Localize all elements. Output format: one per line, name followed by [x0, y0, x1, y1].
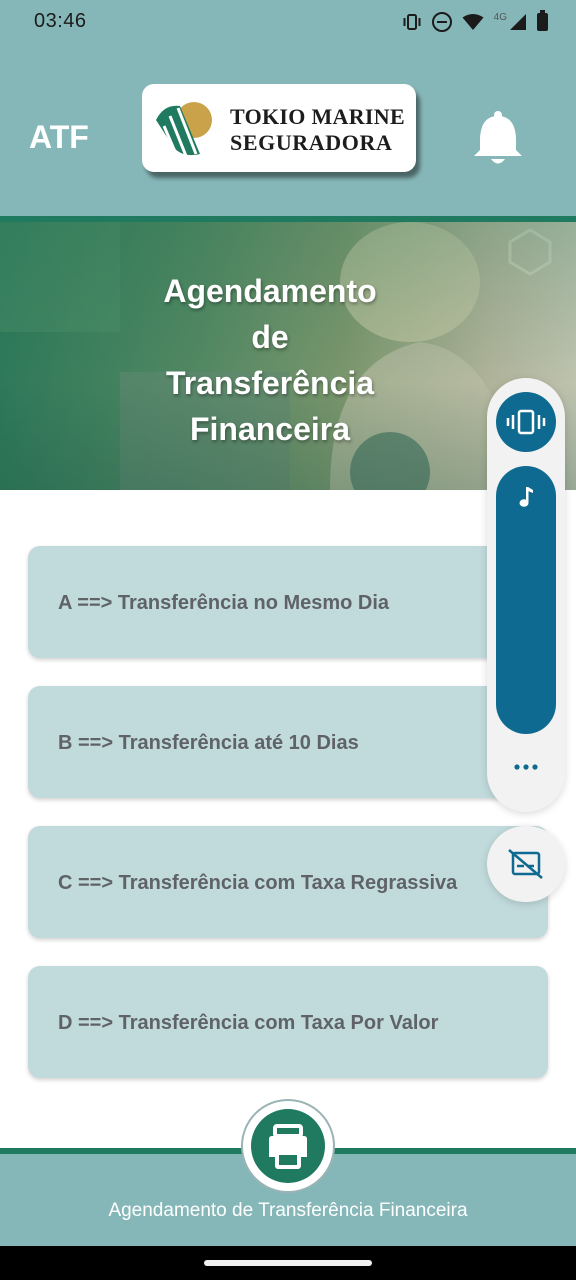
print-button[interactable] [241, 1099, 335, 1193]
footer-title: Agendamento de Transferência Financeira [108, 1200, 468, 1221]
option-label: A ==> Transferência no Mesmo Dia [58, 592, 390, 614]
more-dots-icon[interactable] [511, 760, 541, 774]
option-a-button[interactable]: A ==> Transferência no Mesmo Dia [28, 546, 548, 658]
banner-title-line: de [251, 319, 289, 355]
volume-panel [487, 378, 565, 812]
printer-icon [269, 1124, 307, 1169]
banner-title: Agendamento de Transferência Financeira [100, 268, 440, 452]
status-bar: 03:46 4G [0, 0, 576, 44]
logo-text: TOKIO MARINE SEGURADORA [230, 106, 405, 154]
option-label: B ==> Transferência até 10 Dias [58, 732, 359, 754]
banner-title-line: Agendamento [163, 273, 377, 309]
battery-icon [537, 10, 548, 31]
signal-icon [510, 14, 526, 30]
option-label: C ==> Transferência com Taxa Regrassiva [58, 872, 458, 894]
vibrate-icon [403, 14, 421, 30]
captions-off-icon [508, 849, 543, 879]
banner-title-line: Financeira [189, 411, 351, 447]
status-icons: 4G [402, 10, 548, 34]
logo-mark-icon [156, 102, 212, 157]
notifications-button[interactable] [470, 108, 526, 168]
wifi-icon [462, 14, 484, 30]
ringer-mode-button[interactable] [496, 392, 556, 452]
system-nav-bar [0, 1246, 576, 1280]
do-not-disturb-icon [431, 12, 452, 32]
live-caption-button[interactable] [487, 826, 565, 902]
print-button-inner [251, 1109, 325, 1183]
option-d-button[interactable]: D ==> Transferência com Taxa Por Valor [28, 966, 548, 1078]
app-abbreviation: ATF [29, 119, 89, 155]
vibrate-icon [506, 409, 546, 435]
logo-text-line2: SEGURADORA [230, 130, 393, 155]
media-volume-slider[interactable] [496, 466, 556, 734]
option-label: D ==> Transferência com Taxa Por Valor [58, 1012, 439, 1034]
option-c-button[interactable]: C ==> Transferência com Taxa Regrassiva [28, 826, 548, 938]
bell-icon [474, 111, 522, 164]
app-header: ATF TOKIO MARINE SEGURADORA [0, 44, 576, 216]
logo-text-line1: TOKIO MARINE [230, 104, 405, 129]
music-note-icon [519, 487, 533, 507]
option-b-button[interactable]: B ==> Transferência até 10 Dias [28, 686, 548, 798]
company-logo: TOKIO MARINE SEGURADORA [142, 84, 416, 172]
banner-title-line: Transferência [165, 365, 375, 401]
status-time: 03:46 [34, 10, 87, 32]
network-type-label: 4G [493, 11, 507, 23]
home-gesture-handle[interactable] [204, 1260, 372, 1266]
